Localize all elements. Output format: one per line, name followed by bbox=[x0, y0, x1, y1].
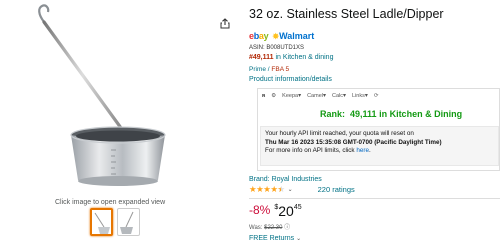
keepa-rank-value: 49,111 in Kitchen & Dining bbox=[350, 109, 463, 119]
chevron-down-icon[interactable]: ⌄ bbox=[288, 186, 293, 193]
thumbnail-strip bbox=[90, 208, 140, 236]
rank-category-link[interactable]: in Kitchen & dining bbox=[275, 54, 333, 61]
product-title: 32 oz. Stainless Steel Ladle/Dipper bbox=[249, 7, 444, 21]
tab-calc[interactable]: Calc▾ bbox=[332, 92, 346, 99]
was-price: Was: $22.30 ⓘ bbox=[249, 225, 291, 231]
chevron-down-icon: ▾ bbox=[322, 93, 326, 99]
walmart-link[interactable]: ✸Walmart bbox=[272, 31, 314, 41]
share-icon bbox=[220, 17, 230, 28]
prime-label: Prime / bbox=[249, 66, 270, 73]
tab-camel[interactable]: Camel▾ bbox=[307, 92, 326, 99]
keepa-api-message: Your hourly API limit reached, your quot… bbox=[260, 126, 499, 166]
ratings-count[interactable]: 220 ratings bbox=[318, 185, 355, 194]
keepa-msg-line1: Your hourly API limit reached, your quot… bbox=[265, 130, 414, 137]
info-icon[interactable]: ⓘ bbox=[284, 225, 290, 231]
chevron-down-icon: ▾ bbox=[364, 93, 368, 99]
divider bbox=[249, 198, 500, 199]
keepa-settings-icon[interactable]: ⚙ bbox=[271, 93, 276, 99]
keepa-rank: Rank: 49,111 in Kitchen & Dining bbox=[320, 109, 462, 119]
sales-rank: #49,111 in Kitchen & dining bbox=[249, 54, 333, 61]
share-button[interactable] bbox=[215, 13, 235, 33]
tab-links[interactable]: Links▾ bbox=[352, 92, 368, 99]
thumbnail-ladle-image bbox=[120, 211, 134, 234]
price: $ 20 45 bbox=[274, 203, 301, 219]
chevron-down-icon: ▾ bbox=[298, 93, 302, 99]
brand-link[interactable]: Brand: Royal Industries bbox=[249, 176, 322, 183]
chevron-down-icon: ▾ bbox=[343, 93, 347, 99]
keepa-tabs: ʀ ⚙ Keepa▾ Camel▾ Calc▾ Links▾ ⟳ bbox=[262, 92, 379, 100]
keepa-msg-line3: For more info on API limits, click here. bbox=[265, 147, 371, 154]
product-info-panel: 32 oz. Stainless Steel Ladle/Dipper ebay… bbox=[249, 0, 500, 247]
thumbnail-1[interactable] bbox=[90, 208, 113, 236]
free-returns-link[interactable]: FREE Returns ⌄ bbox=[249, 235, 301, 242]
chevron-down-icon: ⌄ bbox=[296, 236, 302, 242]
thumbnail-ladle-image bbox=[94, 212, 110, 234]
price-row: -8% $ 20 45 bbox=[249, 203, 302, 219]
tab-keepa[interactable]: Keepa▾ bbox=[282, 92, 301, 99]
ebay-link[interactable]: ebay bbox=[249, 31, 269, 41]
prime-fba: Prime / FBA 5 bbox=[249, 66, 289, 73]
keepa-box: ʀ ⚙ Keepa▾ Camel▾ Calc▾ Links▾ ⟳ Rank: 4… bbox=[257, 88, 500, 171]
asin: ASIN: B008UTD1XS bbox=[249, 45, 305, 51]
fba-count[interactable]: FBA 5 bbox=[271, 66, 289, 73]
rating-row: ★★★★★★ ⌄ 220 ratings bbox=[249, 184, 355, 195]
marketplace-links: ebay ✸Walmart bbox=[249, 31, 314, 41]
keepa-rank-label: Rank: bbox=[320, 109, 346, 119]
price-fraction: 45 bbox=[293, 204, 302, 211]
product-image[interactable] bbox=[20, 0, 195, 195]
thumbnail-2[interactable] bbox=[117, 208, 140, 236]
keepa-logo-icon: ʀ bbox=[262, 92, 266, 99]
keepa-msg-line2: Thu Mar 16 2023 15:35:08 GMT-0700 (Pacif… bbox=[265, 138, 442, 146]
keepa-here-link[interactable]: here bbox=[356, 147, 369, 154]
star-rating[interactable]: ★★★★★★ bbox=[249, 184, 285, 195]
rank-number: #49,111 bbox=[249, 54, 274, 61]
discount-badge: -8% bbox=[249, 203, 271, 217]
price-whole: 20 bbox=[278, 203, 294, 219]
product-image-panel: Click image to open expanded view bbox=[0, 0, 240, 247]
product-info-link[interactable]: Product information/details bbox=[249, 76, 332, 83]
image-caption: Click image to open expanded view bbox=[55, 199, 166, 206]
refresh-icon[interactable]: ⟳ bbox=[374, 93, 379, 99]
